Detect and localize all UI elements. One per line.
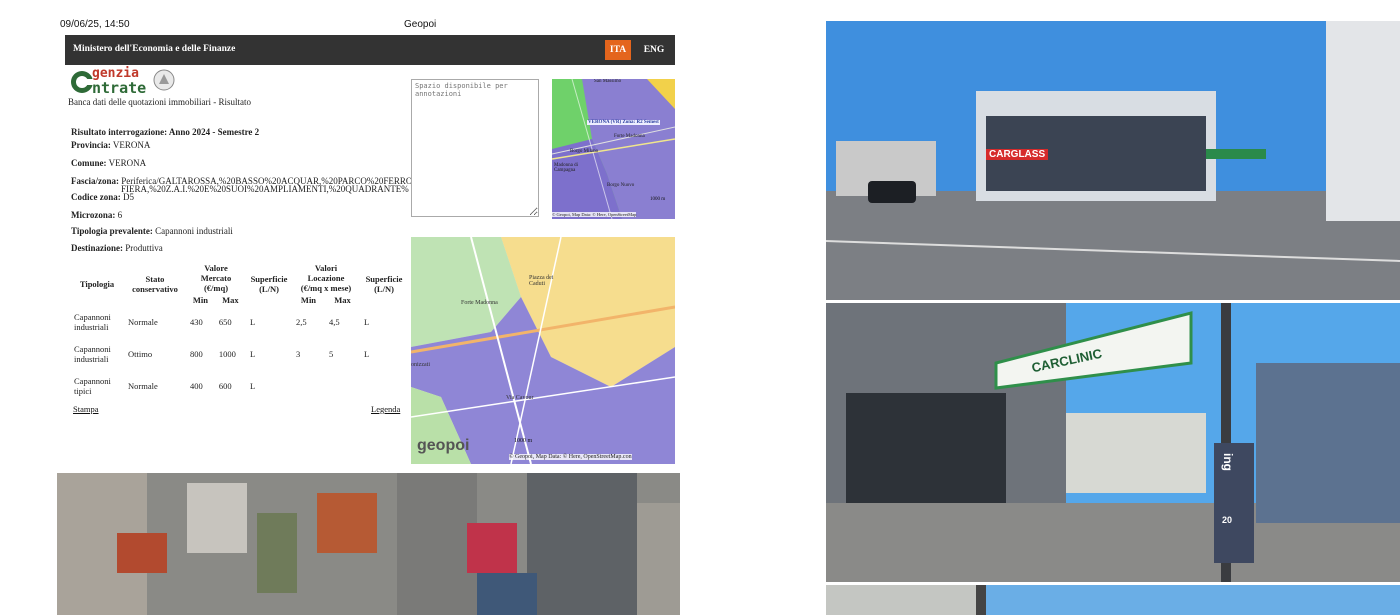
lang-eng-button[interactable]: ENG bbox=[639, 40, 669, 60]
cell-sup1: L bbox=[250, 317, 256, 327]
cell-lmax: 4,5 bbox=[328, 317, 340, 327]
cell-lmin bbox=[292, 370, 325, 402]
map-place: Piazza dei Caduti bbox=[529, 275, 554, 287]
cell-tipologia: Capannoni industriali bbox=[74, 312, 111, 332]
street-photo-1: CARGLASS bbox=[826, 21, 1400, 300]
field-microzona: Microzona: 6 bbox=[71, 210, 123, 220]
map-attribution: © Geopoi, Map Data: © Here, OpenStreetMa… bbox=[509, 454, 632, 460]
quotation-table: Tipologia Stato conservativo Valore Merc… bbox=[70, 262, 408, 402]
th-vmin: Min bbox=[192, 295, 208, 305]
field-comune: Comune: VERONA bbox=[71, 158, 147, 168]
cell-tipologia: Capannoni industriali bbox=[74, 344, 111, 364]
cell-stato: Normale bbox=[128, 381, 158, 391]
map-place: Borgo Milano bbox=[570, 149, 599, 154]
street-photo-3-graphic bbox=[826, 585, 1400, 615]
legenda-link[interactable]: Legenda bbox=[371, 404, 400, 414]
street-photo-2: CARCLINIC ing 20 bbox=[826, 303, 1400, 582]
aerial-photo-graphic bbox=[57, 473, 680, 615]
th-superficie-1: Superficie (L/N) bbox=[250, 274, 288, 294]
cell-lmax bbox=[325, 370, 360, 402]
carglass-sign: CARGLASS bbox=[986, 149, 1049, 160]
cell-vmin: 400 bbox=[190, 381, 203, 391]
th-superficie-2: Superficie (L/N) bbox=[365, 274, 403, 294]
result-heading: Risultato interrogazione: Anno 2024 - Se… bbox=[71, 127, 260, 137]
th-locazione: Valori Locazione (€/mq x mese) bbox=[300, 263, 352, 293]
zone-map-small[interactable]: VERONA (VR) Zona: R2 Semest San Massimo … bbox=[552, 79, 675, 219]
page-subtitle: Banca dati delle quotazioni immobiliari … bbox=[68, 97, 251, 107]
cell-lmin: 2,5 bbox=[296, 317, 307, 327]
map-place: onizzati bbox=[411, 362, 430, 368]
map-place: Forte Madonna bbox=[614, 134, 645, 139]
ministry-header: Ministero dell'Economia e delle Finanze … bbox=[65, 35, 675, 65]
cell-lmin: 3 bbox=[296, 349, 301, 359]
zone-map-large[interactable]: Piazza dei Caduti Forte Madonna Via Cavo… bbox=[411, 237, 675, 464]
field-provincia: Provincia: VERONA bbox=[71, 140, 151, 150]
th-stato: Stato conservativo bbox=[132, 274, 178, 294]
lang-ita-button[interactable]: ITA bbox=[605, 40, 631, 60]
zone-label: VERONA (VR) Zona: R2 Semest bbox=[587, 120, 660, 125]
cell-vmax: 650 bbox=[218, 317, 232, 327]
stampa-link[interactable]: Stampa bbox=[73, 404, 99, 414]
cell-sup2: L bbox=[364, 317, 370, 327]
map-place: Forte Madonna bbox=[461, 300, 498, 306]
post-number: 20 bbox=[1222, 515, 1233, 525]
cell-tipologia: Capannoni tipici bbox=[74, 376, 111, 396]
street-photo-3 bbox=[826, 585, 1400, 615]
th-vmax: Max bbox=[222, 295, 239, 305]
logo-line2: ntrate bbox=[92, 79, 147, 97]
print-datetime: 09/06/25, 14:50 bbox=[60, 19, 130, 30]
table-row: Capannoni industriali Ottimo 800 1000 L … bbox=[70, 338, 408, 370]
cell-stato: Ottimo bbox=[128, 349, 153, 359]
field-fascia-cont: FIERA,%20Z.A.I.%20E%20SUOI%20AMPLIAMENTI… bbox=[121, 184, 409, 194]
th-lmax: Max bbox=[334, 295, 351, 305]
map-place: San Massimo bbox=[594, 79, 622, 84]
map-attribution: © Geopoi, Map Data: © Here, OpenStreetMa… bbox=[552, 212, 637, 217]
map-scale: 1000 m bbox=[650, 197, 666, 202]
th-valore: Valore Mercato (€/mq) bbox=[200, 263, 232, 293]
cell-sup1: L bbox=[250, 349, 256, 359]
geopoi-logo: geopoi bbox=[417, 437, 470, 454]
agenzia-entrate-logo: genzia ntrate bbox=[68, 66, 178, 98]
map-place: Via Cavour bbox=[506, 395, 534, 401]
cell-sup2 bbox=[360, 370, 408, 402]
cell-vmax: 1000 bbox=[218, 349, 236, 359]
th-lmin: Min bbox=[300, 295, 317, 305]
aerial-photo bbox=[57, 473, 680, 615]
cell-vmin: 430 bbox=[190, 317, 203, 327]
field-destinazione: Destinazione: Produttiva bbox=[71, 243, 163, 253]
map-scale: 1000 m bbox=[514, 438, 533, 444]
table-row: Capannoni industriali Normale 430 650 L … bbox=[70, 306, 408, 338]
cell-vmin: 800 bbox=[190, 349, 203, 359]
cell-stato: Normale bbox=[128, 317, 158, 327]
street-photo-1-graphic bbox=[826, 21, 1400, 300]
th-tipologia: Tipologia bbox=[79, 279, 115, 289]
cell-sup1: L bbox=[250, 381, 256, 391]
table-row: Capannoni tipici Normale 400 600 L bbox=[70, 370, 408, 402]
post-sign: ing bbox=[1221, 453, 1235, 471]
zone-map-large-graphic bbox=[411, 237, 675, 464]
ministry-title: Ministero dell'Economia e delle Finanze bbox=[73, 44, 236, 54]
field-codice: Codice zona: D5 bbox=[71, 192, 134, 202]
cell-sup2: L bbox=[364, 349, 370, 359]
map-place: Borgo Nuovo bbox=[607, 183, 635, 188]
field-tipologia: Tipologia prevalente: Capannoni industri… bbox=[71, 226, 233, 236]
map-place: Madonna di Campagna bbox=[554, 163, 579, 173]
annotation-textarea[interactable] bbox=[411, 79, 539, 217]
cell-lmax: 5 bbox=[328, 349, 334, 359]
print-site: Geopoi bbox=[404, 19, 437, 30]
street-photo-2-graphic bbox=[826, 303, 1400, 582]
cell-vmax: 600 bbox=[218, 381, 232, 391]
